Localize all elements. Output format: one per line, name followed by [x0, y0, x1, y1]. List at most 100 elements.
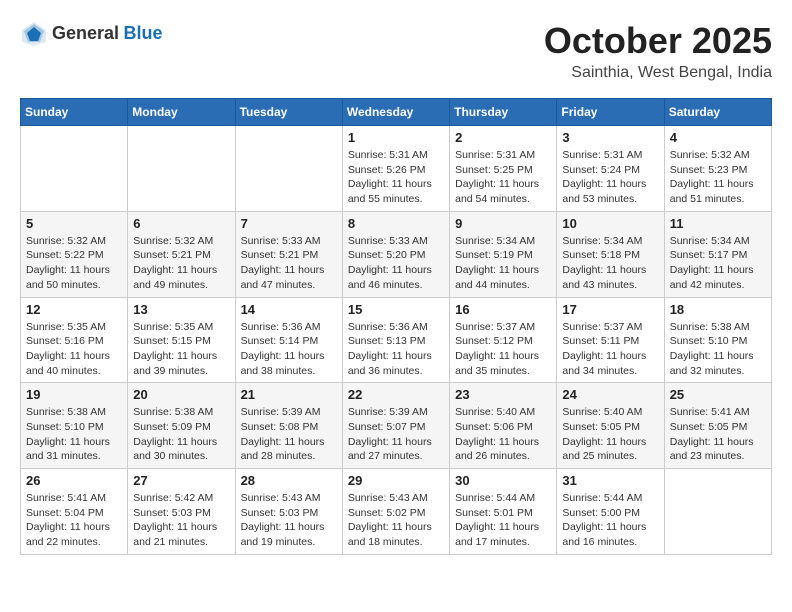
day-number: 6: [133, 216, 229, 231]
location-title: Sainthia, West Bengal, India: [544, 64, 772, 82]
calendar-week-5: 26Sunrise: 5:41 AM Sunset: 5:04 PM Dayli…: [21, 469, 772, 555]
day-info: Sunrise: 5:31 AM Sunset: 5:25 PM Dayligh…: [455, 148, 551, 207]
day-number: 29: [348, 473, 444, 488]
header-monday: Monday: [128, 99, 235, 126]
calendar-week-1: 1Sunrise: 5:31 AM Sunset: 5:26 PM Daylig…: [21, 126, 772, 212]
day-info: Sunrise: 5:36 AM Sunset: 5:14 PM Dayligh…: [241, 320, 337, 379]
day-number: 14: [241, 302, 337, 317]
table-row: 25 Sunrise: 5:41 AM Sunset: 5:05 PM Dayli…: [664, 383, 771, 469]
header-friday: Friday: [557, 99, 664, 126]
calendar-table: Sunday Monday Tuesday Wednesday Thursday…: [20, 98, 772, 555]
table-row: 14 Sunrise: 5:36 AM Sunset: 5:14 PM Dayli…: [235, 297, 342, 383]
table-row: 28 Sunrise: 5:43 AM Sunset: 5:03 PM Dayli…: [235, 469, 342, 555]
day-info: Sunrise: 5:34 AM Sunset: 5:18 PM Dayligh…: [562, 234, 658, 293]
header-sunday: Sunday: [21, 99, 128, 126]
day-number: 12: [26, 302, 122, 317]
day-number: 16: [455, 302, 551, 317]
day-info: Sunrise: 5:39 AM Sunset: 5:07 PM Dayligh…: [348, 405, 444, 464]
day-number: 5: [26, 216, 122, 231]
table-row: 11 Sunrise: 5:34 AM Sunset: 5:17 PM Dayli…: [664, 211, 771, 297]
day-number: 9: [455, 216, 551, 231]
day-number: 3: [562, 130, 658, 145]
table-row: [21, 126, 128, 212]
day-info: Sunrise: 5:35 AM Sunset: 5:16 PM Dayligh…: [26, 320, 122, 379]
table-row: 24Sunrise: 5:40 AM Sunset: 5:05 PM Dayli…: [557, 383, 664, 469]
day-info: Sunrise: 5:38 AM Sunset: 5:10 PM Dayligh…: [670, 320, 766, 379]
day-info: Sunrise: 5:34 AM Sunset: 5:19 PM Dayligh…: [455, 234, 551, 293]
day-info: Sunrise: 5:32 AM Sunset: 5:23 PM Dayligh…: [670, 148, 766, 207]
day-info: Sunrise: 5:36 AM Sunset: 5:13 PM Dayligh…: [348, 320, 444, 379]
table-row: 9 Sunrise: 5:34 AM Sunset: 5:19 PM Daylig…: [450, 211, 557, 297]
table-row: 22 Sunrise: 5:39 AM Sunset: 5:07 PM Dayli…: [342, 383, 449, 469]
day-number: 19: [26, 387, 122, 402]
table-row: 7 Sunrise: 5:33 AM Sunset: 5:21 PM Daylig…: [235, 211, 342, 297]
day-number: 8: [348, 216, 444, 231]
table-row: 20Sunrise: 5:38 AM Sunset: 5:09 PM Dayli…: [128, 383, 235, 469]
day-info: Sunrise: 5:39 AM Sunset: 5:08 PM Dayligh…: [241, 405, 337, 464]
table-row: [128, 126, 235, 212]
table-row: 29 Sunrise: 5:43 AM Sunset: 5:02 PM Dayli…: [342, 469, 449, 555]
logo-icon: [20, 20, 48, 48]
day-info: Sunrise: 5:31 AM Sunset: 5:24 PM Dayligh…: [562, 148, 658, 207]
calendar-week-3: 12 Sunrise: 5:35 AM Sunset: 5:16 PM Dayli…: [21, 297, 772, 383]
day-info: Sunrise: 5:34 AM Sunset: 5:17 PM Dayligh…: [670, 234, 766, 293]
day-info: Sunrise: 5:44 AM Sunset: 5:00 PM Dayligh…: [562, 491, 658, 550]
logo-text: General Blue: [52, 24, 163, 44]
day-number: 11: [670, 216, 766, 231]
day-number: 10: [562, 216, 658, 231]
day-info: Sunrise: 5:43 AM Sunset: 5:02 PM Dayligh…: [348, 491, 444, 550]
day-info: Sunrise: 5:38 AM Sunset: 5:10 PM Dayligh…: [26, 405, 122, 464]
day-info: Sunrise: 5:38 AM Sunset: 5:09 PM Dayligh…: [133, 405, 229, 464]
table-row: 17 Sunrise: 5:37 AM Sunset: 5:11 PM Dayli…: [557, 297, 664, 383]
header-thursday: Thursday: [450, 99, 557, 126]
day-number: 28: [241, 473, 337, 488]
day-number: 24: [562, 387, 658, 402]
day-number: 22: [348, 387, 444, 402]
day-number: 7: [241, 216, 337, 231]
month-title: October 2025: [544, 20, 772, 62]
day-info: Sunrise: 5:40 AM Sunset: 5:06 PM Dayligh…: [455, 405, 551, 464]
day-number: 13: [133, 302, 229, 317]
day-info: Sunrise: 5:37 AM Sunset: 5:11 PM Dayligh…: [562, 320, 658, 379]
day-number: 17: [562, 302, 658, 317]
table-row: 19 Sunrise: 5:38 AM Sunset: 5:10 PM Dayli…: [21, 383, 128, 469]
table-row: 10 Sunrise: 5:34 AM Sunset: 5:18 PM Dayli…: [557, 211, 664, 297]
table-row: 3 Sunrise: 5:31 AM Sunset: 5:24 PM Daylig…: [557, 126, 664, 212]
table-row: 5Sunrise: 5:32 AM Sunset: 5:22 PM Daylig…: [21, 211, 128, 297]
table-row: 15 Sunrise: 5:36 AM Sunset: 5:13 PM Dayli…: [342, 297, 449, 383]
day-number: 21: [241, 387, 337, 402]
day-number: 25: [670, 387, 766, 402]
day-number: 4: [670, 130, 766, 145]
table-row: 30Sunrise: 5:44 AM Sunset: 5:01 PM Dayli…: [450, 469, 557, 555]
header-wednesday: Wednesday: [342, 99, 449, 126]
table-row: 12 Sunrise: 5:35 AM Sunset: 5:16 PM Dayli…: [21, 297, 128, 383]
day-number: 31: [562, 473, 658, 488]
day-number: 26: [26, 473, 122, 488]
calendar-week-2: 5Sunrise: 5:32 AM Sunset: 5:22 PM Daylig…: [21, 211, 772, 297]
day-info: Sunrise: 5:33 AM Sunset: 5:21 PM Dayligh…: [241, 234, 337, 293]
day-info: Sunrise: 5:43 AM Sunset: 5:03 PM Dayligh…: [241, 491, 337, 550]
day-info: Sunrise: 5:37 AM Sunset: 5:12 PM Dayligh…: [455, 320, 551, 379]
day-number: 27: [133, 473, 229, 488]
day-info: Sunrise: 5:41 AM Sunset: 5:05 PM Dayligh…: [670, 405, 766, 464]
header-saturday: Saturday: [664, 99, 771, 126]
table-row: 1Sunrise: 5:31 AM Sunset: 5:26 PM Daylig…: [342, 126, 449, 212]
day-info: Sunrise: 5:32 AM Sunset: 5:21 PM Dayligh…: [133, 234, 229, 293]
day-number: 15: [348, 302, 444, 317]
logo: General Blue: [20, 20, 163, 48]
table-row: 13 Sunrise: 5:35 AM Sunset: 5:15 PM Dayli…: [128, 297, 235, 383]
table-row: 26Sunrise: 5:41 AM Sunset: 5:04 PM Dayli…: [21, 469, 128, 555]
logo-blue: Blue: [124, 23, 163, 43]
day-info: Sunrise: 5:31 AM Sunset: 5:26 PM Dayligh…: [348, 148, 444, 207]
table-row: 27Sunrise: 5:42 AM Sunset: 5:03 PM Dayli…: [128, 469, 235, 555]
table-row: 16 Sunrise: 5:37 AM Sunset: 5:12 PM Dayli…: [450, 297, 557, 383]
day-info: Sunrise: 5:35 AM Sunset: 5:15 PM Dayligh…: [133, 320, 229, 379]
table-row: 6 Sunrise: 5:32 AM Sunset: 5:21 PM Daylig…: [128, 211, 235, 297]
day-number: 30: [455, 473, 551, 488]
table-row: 31 Sunrise: 5:44 AM Sunset: 5:00 PM Dayli…: [557, 469, 664, 555]
day-number: 18: [670, 302, 766, 317]
title-area: October 2025 Sainthia, West Bengal, Indi…: [544, 20, 772, 82]
logo-general: General: [52, 23, 119, 43]
table-row: 18 Sunrise: 5:38 AM Sunset: 5:10 PM Dayli…: [664, 297, 771, 383]
page-header: General Blue October 2025 Sainthia, West…: [20, 20, 772, 82]
